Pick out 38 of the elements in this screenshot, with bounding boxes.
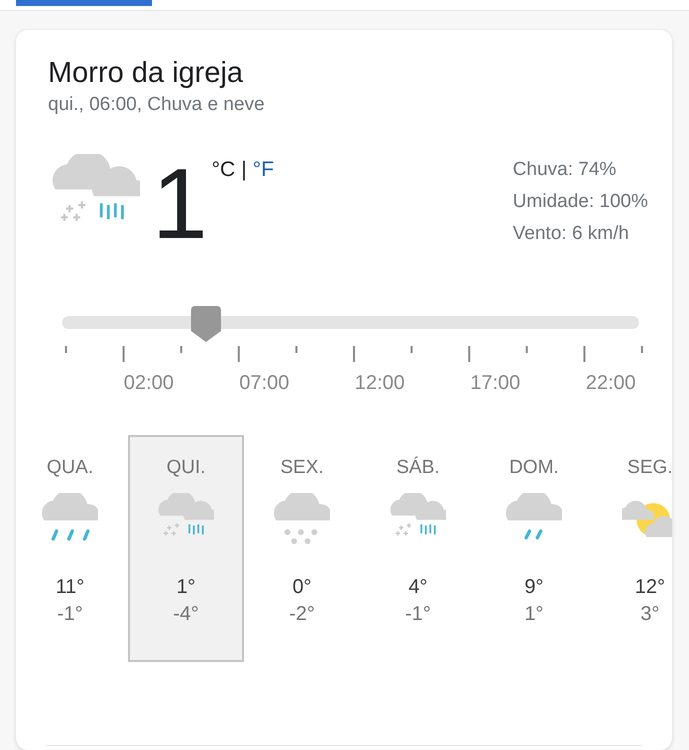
- time-label: 22:00: [584, 372, 637, 395]
- weather-detail: Vento: 6 km/h: [512, 222, 630, 246]
- unit-toggle[interactable]: °F: [252, 158, 274, 182]
- current-temperature: 1: [152, 154, 208, 254]
- unit-separator: |: [241, 158, 247, 182]
- day-forecast[interactable]: SEX. 0° -2°: [244, 435, 360, 662]
- time-label: 02:00: [122, 372, 175, 395]
- weather-detail: Chuva: 74%: [512, 158, 618, 182]
- high-temperature: 4°: [408, 576, 428, 599]
- day-forecast[interactable]: SÁB. 4° -1°: [360, 435, 476, 662]
- low-temperature: 1°: [524, 603, 544, 626]
- weather-detail: Umidade: 100%: [512, 190, 648, 214]
- high-temperature: 0°: [292, 576, 312, 599]
- high-temperature: 1°: [176, 576, 196, 599]
- day-forecast[interactable]: QUI. 1° -4°: [128, 435, 244, 662]
- low-temperature: -1°: [57, 603, 83, 626]
- day-name: SEG.: [627, 457, 672, 479]
- low-temperature: -1°: [405, 603, 431, 626]
- day-forecast[interactable]: QUA. 11° -1°: [12, 435, 128, 662]
- weather-subtitle: qui., 06:00, Chuva e neve: [48, 93, 266, 117]
- low-temperature: -2°: [289, 603, 315, 626]
- low-temperature: 3°: [640, 603, 660, 626]
- day-forecast[interactable]: DOM. 9° 1°: [476, 435, 592, 662]
- time-label: 17:00: [469, 372, 522, 395]
- high-temperature: 9°: [524, 576, 544, 599]
- high-temperature: 12°: [634, 576, 666, 599]
- unit-toggle[interactable]: °C: [212, 158, 236, 182]
- day-name: QUA.: [46, 457, 94, 479]
- day-name: SÁB.: [396, 457, 440, 479]
- low-temperature: -4°: [173, 603, 199, 626]
- day-forecast[interactable]: SEG. 12° 3°: [592, 435, 672, 662]
- time-label: 12:00: [354, 372, 406, 395]
- high-temperature: 11°: [56, 576, 84, 599]
- time-label: 07:00: [238, 372, 290, 395]
- location-title: Morro da igreja: [48, 56, 244, 91]
- day-name: QUI.: [166, 457, 206, 479]
- day-name: SEX.: [280, 457, 324, 479]
- day-name: DOM.: [509, 457, 559, 479]
